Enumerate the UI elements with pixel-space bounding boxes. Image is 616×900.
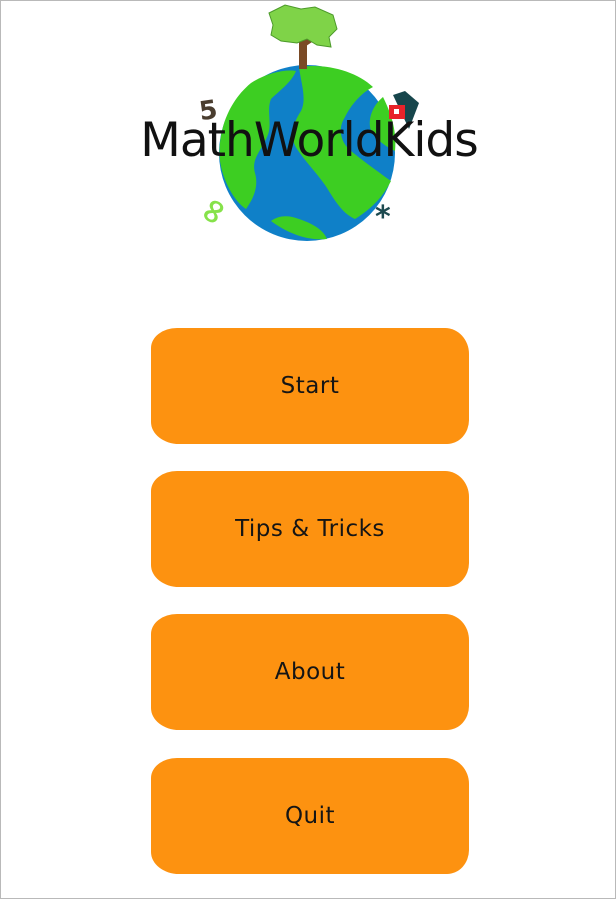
tips-and-tricks-button-label: Tips & Tricks [235,516,385,542]
start-button-label: Start [280,373,340,399]
about-button[interactable]: About [151,614,469,730]
start-button[interactable]: Start [151,328,469,444]
app-window: 5 ∞ * MathWorldKids Start Tips & Tricks … [0,0,616,899]
quit-button[interactable]: Quit [151,758,469,874]
quit-button-label: Quit [284,803,336,829]
about-button-label: About [274,659,346,685]
tips-and-tricks-button[interactable]: Tips & Tricks [151,471,469,587]
main-menu: Start Tips & Tricks About Quit [1,1,616,900]
